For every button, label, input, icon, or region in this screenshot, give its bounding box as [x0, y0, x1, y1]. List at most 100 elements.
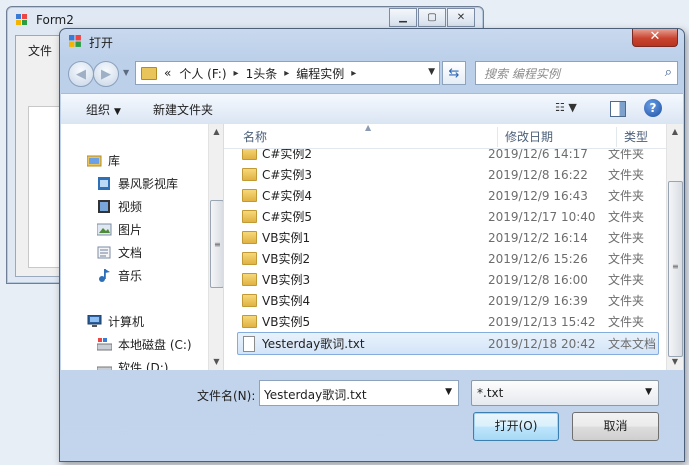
nav-item-label: 软件 (D:) — [118, 360, 169, 371]
folder-icon — [242, 294, 257, 307]
crumb-separator-icon[interactable]: ▸ — [284, 68, 289, 79]
refresh-button[interactable]: ⇆ — [442, 61, 466, 85]
list-item[interactable]: C#实例2 2019/12/6 14:17 文件夹 — [238, 149, 658, 164]
column-divider[interactable] — [616, 127, 617, 147]
file-name: VB实例1 — [262, 231, 311, 245]
file-date: 2019/12/18 20:42 — [488, 336, 596, 351]
search-input[interactable] — [482, 64, 656, 84]
preview-pane-icon[interactable] — [610, 101, 626, 117]
nav-item-label: 计算机 — [108, 314, 145, 329]
crumb-drive[interactable]: 个人 (F:) — [179, 65, 226, 82]
nav-item-label: 库 — [108, 153, 121, 168]
address-bar[interactable]: « 个人 (F:) ▸ 1头条 ▸ 编程实例 ▸ ▼ — [135, 61, 440, 85]
search-icon[interactable]: ⌕ — [665, 65, 672, 80]
filename-value[interactable]: Yesterday歌词.txt — [264, 386, 367, 403]
menu-file[interactable]: 文件 — [28, 42, 52, 59]
filename-combobox[interactable]: Yesterday歌词.txt ▼ — [259, 380, 459, 406]
form2-title: Form2 — [36, 13, 74, 27]
file-type: 文件夹 — [608, 149, 645, 161]
crumb-toutiao[interactable]: 1头条 — [246, 65, 278, 82]
nav-item-label: 文档 — [118, 245, 143, 260]
scroll-down-icon[interactable]: ▼ — [667, 354, 683, 370]
file-name: VB实例3 — [262, 273, 311, 287]
app-icon — [16, 14, 27, 25]
minimize-button[interactable]: ▁ — [389, 8, 417, 27]
list-item[interactable]: VB实例2 2019/12/6 15:26 文件夹 — [238, 248, 658, 269]
file-name: VB实例4 — [262, 294, 311, 308]
crumb-separator-icon[interactable]: ▸ — [351, 68, 356, 79]
column-divider[interactable] — [497, 127, 498, 147]
nav-item-video[interactable]: 视频 — [97, 196, 142, 216]
scroll-up-icon[interactable]: ▲ — [667, 124, 683, 140]
folder-icon — [242, 189, 257, 202]
folder-icon — [242, 273, 257, 286]
dialog-titlebar[interactable]: 打开 ✕ — [60, 29, 684, 53]
crumb-current[interactable]: 编程实例 — [296, 65, 344, 82]
file-scroll-thumb[interactable]: ≡ — [668, 181, 683, 357]
nav-item-video-library[interactable]: 暴风影视库 — [97, 173, 178, 193]
file-list-scrollbar[interactable]: ▲ ≡ ▼ — [666, 124, 683, 370]
list-item[interactable]: VB实例4 2019/12/9 16:39 文件夹 — [238, 290, 658, 311]
folder-icon — [242, 168, 257, 181]
forward-button[interactable]: ▶ — [93, 61, 119, 87]
list-item[interactable]: C#实例4 2019/12/9 16:43 文件夹 — [238, 185, 658, 206]
file-name: C#实例5 — [262, 210, 313, 224]
list-item[interactable]: VB实例3 2019/12/8 16:00 文件夹 — [238, 269, 658, 290]
file-type: 文件夹 — [608, 210, 645, 224]
file-list: ▲ 名称 修改日期 类型 C#实例2 2019/12/6 14:17 文件夹 C#实… — [224, 124, 683, 370]
recent-locations-dropdown-icon[interactable]: ▼ — [123, 68, 129, 77]
list-item[interactable]: C#实例3 2019/12/8 16:22 文件夹 — [238, 164, 658, 185]
file-date: 2019/12/8 16:22 — [488, 167, 588, 182]
column-modified[interactable]: 修改日期 — [505, 124, 553, 148]
file-name: VB实例5 — [262, 315, 311, 329]
list-item[interactable]: C#实例5 2019/12/17 10:40 文件夹 — [238, 206, 658, 227]
maximize-button[interactable]: ▢ — [418, 8, 446, 27]
address-row: ◀ ▶ ▼ « 个人 (F:) ▸ 1头条 ▸ 编程实例 ▸ ▼ ⇆ ⌕ — [66, 59, 678, 87]
change-view-button[interactable]: ☷ ▼ — [555, 101, 577, 114]
nav-item-music[interactable]: 音乐 — [97, 265, 142, 285]
back-button[interactable]: ◀ — [68, 61, 94, 87]
nav-scroll-thumb[interactable]: ≡ — [210, 200, 223, 288]
file-date: 2019/12/6 14:17 — [488, 149, 588, 161]
document-icon — [97, 246, 111, 258]
nav-item-documents[interactable]: 文档 — [97, 242, 142, 262]
crumb-separator-icon[interactable]: ▸ — [234, 68, 239, 79]
nav-item-pictures[interactable]: 图片 — [97, 219, 142, 239]
cancel-button[interactable]: 取消 — [572, 412, 659, 441]
address-dropdown-icon[interactable]: ▼ — [428, 67, 435, 77]
organize-button[interactable]: 组织 ▼ — [86, 101, 121, 118]
file-type-filter[interactable]: *.txt ▼ — [471, 380, 659, 406]
open-button[interactable]: 打开(O) — [473, 412, 559, 441]
nav-item-disk-d[interactable]: 软件 (D:) — [97, 357, 168, 370]
list-item-selected[interactable]: Yesterday歌词.txt 2019/12/18 20:42 文本文档 — [237, 332, 659, 355]
command-toolbar: 组织 ▼ 新建文件夹 ☷ ▼ ? — [61, 93, 683, 125]
grip-icon: ≡ — [214, 240, 221, 249]
file-date: 2019/12/9 16:39 — [488, 293, 588, 308]
list-item[interactable]: VB实例1 2019/12/2 16:14 文件夹 — [238, 227, 658, 248]
nav-item-computer[interactable]: 计算机 — [87, 311, 144, 331]
column-type[interactable]: 类型 — [624, 124, 648, 148]
chevron-down-icon[interactable]: ▼ — [445, 387, 452, 397]
organize-label: 组织 — [86, 103, 111, 117]
file-date: 2019/12/9 16:43 — [488, 188, 588, 203]
filename-label: 文件名(N): — [197, 389, 256, 403]
chevron-down-icon[interactable]: ▼ — [645, 387, 652, 397]
folder-icon — [242, 149, 257, 160]
disk-icon — [97, 366, 112, 370]
scroll-down-icon[interactable]: ▼ — [209, 354, 223, 370]
file-type: 文件夹 — [608, 189, 645, 203]
dialog-close-button[interactable]: ✕ — [632, 29, 678, 47]
nav-item-disk-c[interactable]: 本地磁盘 (C:) — [97, 334, 192, 354]
list-item[interactable]: VB实例5 2019/12/13 15:42 文件夹 — [238, 311, 658, 332]
close-button[interactable]: ✕ — [447, 8, 475, 27]
nav-scrollbar[interactable]: ▲ ≡ ▼ — [208, 124, 223, 370]
column-name[interactable]: 名称 — [243, 124, 267, 148]
address-overflow[interactable]: « — [164, 66, 171, 80]
music-icon — [99, 268, 110, 282]
picture-icon — [97, 223, 112, 235]
nav-item-library[interactable]: 库 — [87, 150, 120, 170]
help-button[interactable]: ? — [644, 99, 662, 117]
search-box[interactable]: ⌕ — [475, 61, 678, 85]
scroll-up-icon[interactable]: ▲ — [209, 124, 223, 140]
new-folder-button[interactable]: 新建文件夹 — [153, 101, 213, 118]
